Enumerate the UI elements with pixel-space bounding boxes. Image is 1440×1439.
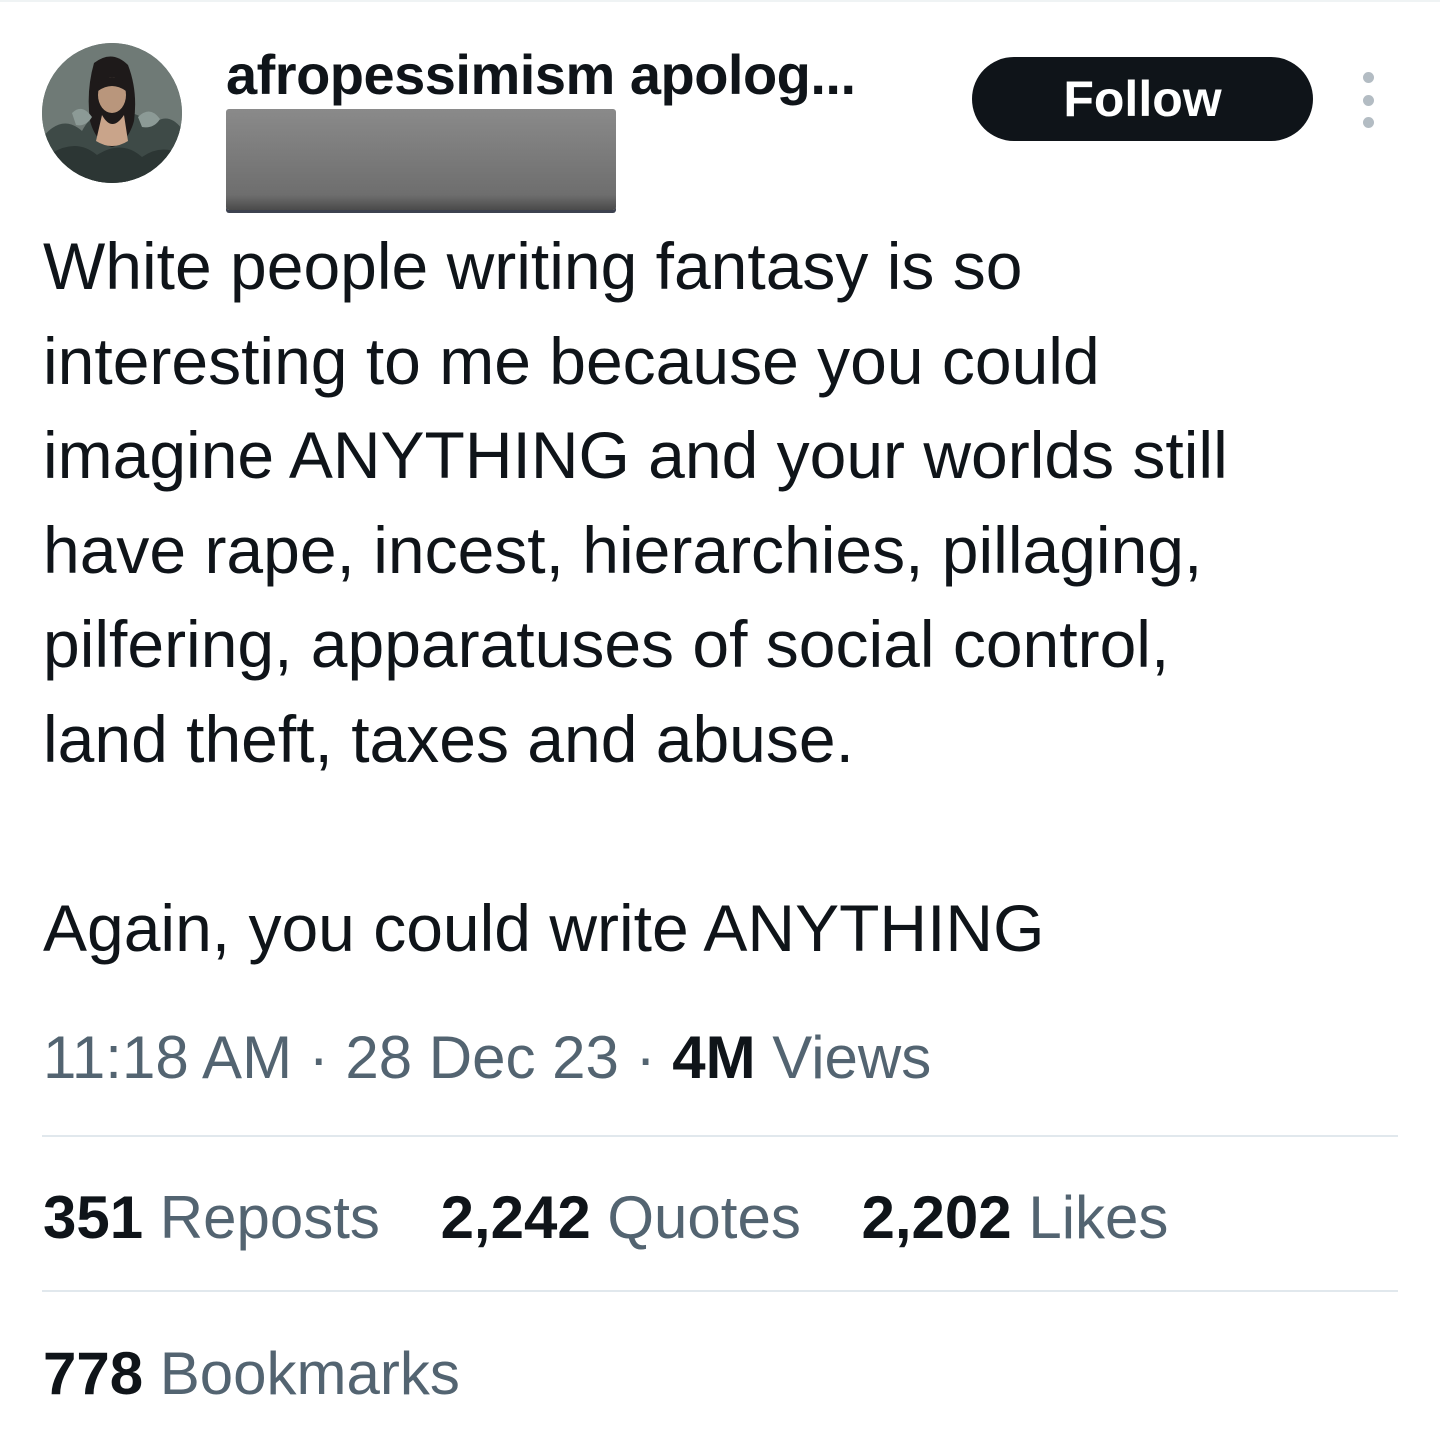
- avatar-image: [42, 43, 182, 183]
- tweet-text-line: land theft, taxes and abuse.: [43, 701, 854, 776]
- tweet-text-line: pilfering, apparatuses of social control…: [43, 607, 1170, 681]
- dot: [1362, 117, 1374, 128]
- author-display-name[interactable]: afropessimism apolog...: [226, 40, 856, 110]
- reposts-label: Reposts: [159, 1184, 380, 1251]
- divider: [42, 1290, 1398, 1292]
- divider: [42, 1135, 1398, 1137]
- bookmarks-count: 778: [43, 1340, 144, 1407]
- follow-button[interactable]: Follow: [972, 57, 1313, 141]
- tweet-text-line: imagine ANYTHING and your worlds still: [43, 418, 1228, 492]
- views-count: 4M: [672, 1024, 756, 1091]
- tweet-text-line: interesting to me because you could: [43, 323, 1100, 398]
- top-divider: [0, 0, 1440, 2]
- quotes-count: 2,242: [440, 1184, 591, 1251]
- quotes-stat[interactable]: 2,242 Quotes: [441, 1184, 801, 1251]
- tweet-time[interactable]: 11:18 AM: [43, 1024, 292, 1091]
- tweet-date[interactable]: 28 Dec 23: [345, 1024, 619, 1091]
- bookmarks-stat[interactable]: 778 Bookmarks: [43, 1338, 460, 1410]
- more-vertical-icon[interactable]: [1350, 72, 1386, 128]
- redacted-handle: [226, 109, 616, 210]
- reposts-count: 351: [43, 1184, 144, 1251]
- avatar[interactable]: [42, 43, 182, 183]
- likes-stat[interactable]: 2,202 Likes: [862, 1184, 1169, 1251]
- tweet-text-line: Again, you could write ANYTHING: [43, 890, 1045, 965]
- quotes-label: Quotes: [607, 1184, 801, 1251]
- meta-separator: ·: [635, 1024, 656, 1091]
- dot: [1362, 94, 1374, 106]
- engagement-stats: 351 Reposts 2,242 Quotes 2,202 Likes: [43, 1182, 1212, 1254]
- tweet-text: White people writing fantasy is so inter…: [43, 219, 1413, 975]
- likes-count: 2,202: [861, 1184, 1012, 1251]
- meta-separator: ·: [308, 1024, 329, 1091]
- tweet-meta: 11:18 AM · 28 Dec 23 · 4M Views: [43, 1022, 931, 1094]
- tweet-text-line: White people writing fantasy is so: [43, 229, 1023, 303]
- tweet-text-line: have rape, incest, hierarchies, pillagin…: [43, 512, 1203, 587]
- views-label: Views: [772, 1024, 932, 1091]
- likes-label: Likes: [1028, 1184, 1169, 1251]
- reposts-stat[interactable]: 351 Reposts: [43, 1184, 380, 1251]
- bookmarks-label: Bookmarks: [159, 1340, 460, 1407]
- dot: [1362, 72, 1374, 83]
